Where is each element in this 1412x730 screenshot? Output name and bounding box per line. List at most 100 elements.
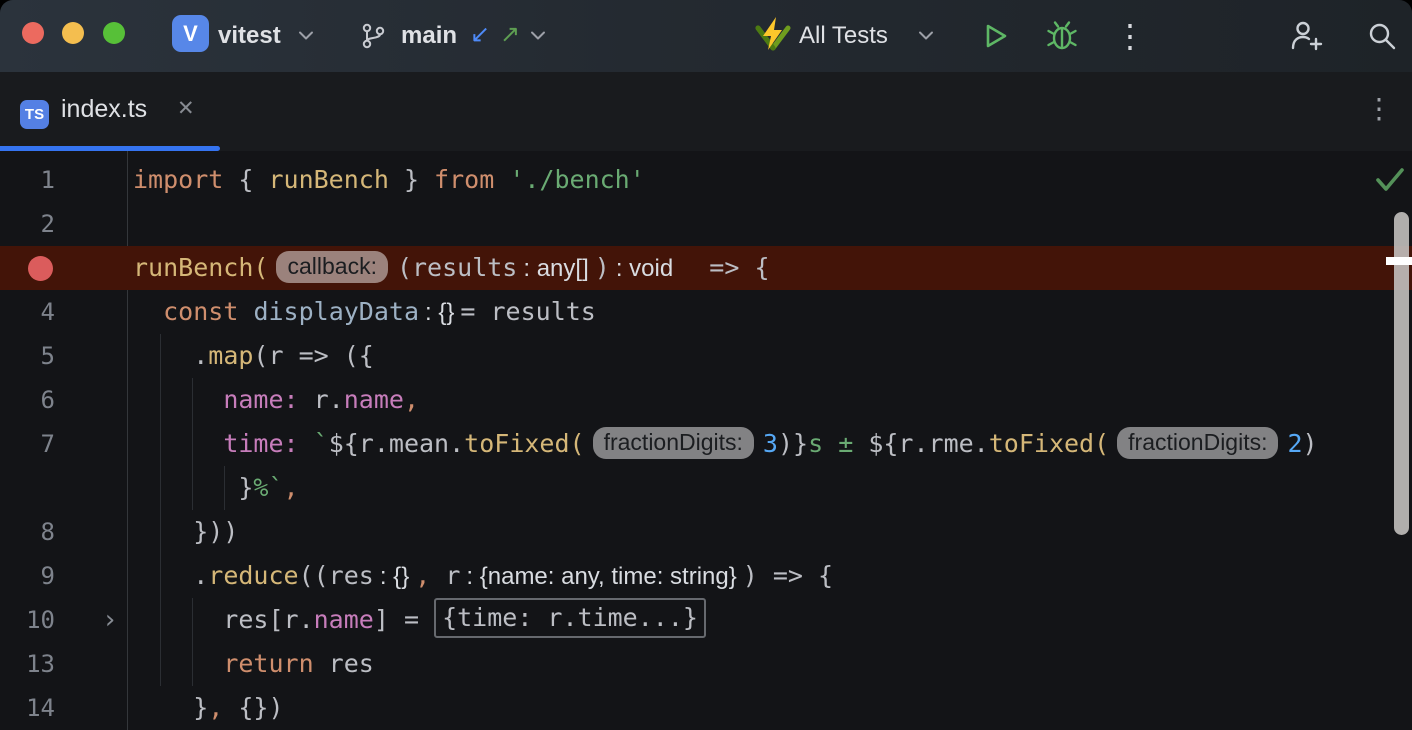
code-text[interactable]: import { runBench } from './bench' (128, 158, 1412, 202)
code-line[interactable]: 8 })) (0, 510, 1412, 554)
line-number[interactable]: 5 (0, 334, 55, 378)
gutter[interactable]: 5 (0, 334, 128, 378)
code-with-me-button[interactable] (1286, 16, 1326, 56)
gutter[interactable]: 8 (0, 510, 128, 554)
code-text[interactable]: return res (128, 642, 1412, 686)
chevron-down-icon (530, 31, 546, 41)
code-line[interactable]: 9 .reduce((res: {}, r: {name: any, time:… (0, 554, 1412, 598)
code-text[interactable] (128, 202, 1412, 246)
breakpoint-dot[interactable] (28, 256, 53, 281)
code-text[interactable]: }, {}) (128, 686, 1412, 730)
line-number[interactable]: 1 (0, 158, 55, 202)
gutter[interactable]: 2 (0, 202, 128, 246)
project-selector[interactable]: vitest (218, 0, 281, 72)
incoming-commits-arrow-icon: ↙ (470, 0, 490, 72)
tab-options-button[interactable]: ⋮ (1362, 87, 1396, 131)
run-configuration-selector[interactable]: All Tests (799, 0, 888, 72)
git-branch-icon (360, 22, 386, 50)
line-number[interactable]: 7 (0, 422, 55, 466)
inlay-parameter-pill[interactable]: fractionDigits: (1117, 427, 1278, 459)
code-line[interactable]: }%`, (0, 466, 1412, 510)
code-text[interactable]: }%`, (128, 466, 1412, 510)
line-number[interactable]: 2 (0, 202, 55, 246)
code-token: res (314, 649, 374, 678)
gutter[interactable]: 9 (0, 554, 128, 598)
traffic-light-zoom-button[interactable] (103, 22, 125, 44)
line-number[interactable]: 8 (0, 510, 55, 554)
line-number[interactable]: 14 (0, 686, 55, 730)
run-button[interactable] (975, 16, 1015, 56)
code-line[interactable]: 13 return res (0, 642, 1412, 686)
code-token: , (284, 473, 299, 502)
line-number[interactable]: 6 (0, 378, 55, 422)
code-line[interactable]: 7 time: `${r.mean.toFixed(fractionDigits… (0, 422, 1412, 466)
line-number[interactable]: 9 (0, 554, 55, 598)
folded-code-box[interactable]: {time: r.time...} (434, 598, 706, 638)
code-token (299, 429, 314, 458)
code-token: r (430, 561, 460, 590)
code-token: } (133, 473, 253, 502)
code-token: ((res (299, 561, 374, 590)
code-line[interactable]: 5 .map(r => ({ (0, 334, 1412, 378)
code-token: runBench (268, 165, 388, 194)
code-token: toFixed( (989, 429, 1109, 458)
code-line[interactable]: runBench(callback:(results: any[]): void… (0, 246, 1412, 290)
gutter[interactable]: 4 (0, 290, 128, 334)
debug-button[interactable] (1042, 16, 1082, 56)
code-editor[interactable]: 1 import { runBench } from './bench' 2 runB… (0, 151, 1412, 730)
traffic-light-close-button[interactable] (22, 22, 44, 44)
line-number[interactable]: 13 (0, 642, 55, 686)
inlay-parameter-pill[interactable]: fractionDigits: (593, 427, 754, 459)
gutter[interactable]: 10 › (0, 598, 128, 642)
chevron-down-icon (918, 31, 934, 41)
line-number[interactable]: 10 (0, 598, 55, 642)
code-token: 2 (1287, 429, 1302, 458)
code-token: , (404, 385, 419, 414)
code-line[interactable]: 6 name: r.name, (0, 378, 1412, 422)
search-everywhere-button[interactable] (1362, 16, 1402, 56)
code-text[interactable]: .map(r => ({ (128, 334, 1412, 378)
code-text[interactable]: name: r.name, (128, 378, 1412, 422)
code-token: import (133, 165, 223, 194)
code-line[interactable]: 10 › res[r.name] = {time: r.time...} (0, 598, 1412, 642)
code-line[interactable]: 14 }, {}) (0, 686, 1412, 730)
code-token: toFixed( (464, 429, 584, 458)
gutter[interactable]: 6 (0, 378, 128, 422)
fold-chevron-icon[interactable]: › (102, 599, 118, 641)
traffic-light-minimize-button[interactable] (62, 22, 84, 44)
debug-icon (1046, 20, 1078, 52)
inspections-ok-check-icon[interactable] (1375, 166, 1405, 194)
gutter[interactable]: 7 (0, 422, 128, 466)
code-text[interactable]: })) (128, 510, 1412, 554)
code-text[interactable]: res[r.name] = {time: r.time...} (128, 598, 1412, 642)
code-token: %` (253, 473, 283, 502)
gutter[interactable]: 1 (0, 158, 128, 202)
code-token: name: (223, 385, 298, 414)
code-line[interactable]: 2 (0, 202, 1412, 246)
caret-stripe-mark[interactable] (1386, 257, 1412, 265)
run-icon (980, 21, 1010, 51)
code-text[interactable]: const displayData: {}= results (128, 290, 1412, 334)
code-token: ${r.mean. (329, 429, 464, 458)
project-icon[interactable]: V (172, 15, 209, 52)
ide-window: V vitest main ↙ ↗ All Tests (0, 0, 1412, 730)
tab-index-ts[interactable]: TS index.ts ✕ (0, 72, 220, 151)
gutter[interactable] (0, 466, 128, 510)
code-line[interactable]: 1 import { runBench } from './bench' (0, 158, 1412, 202)
close-tab-icon[interactable]: ✕ (177, 72, 195, 146)
line-number[interactable]: 4 (0, 290, 55, 334)
gutter[interactable]: 14 (0, 686, 128, 730)
branch-selector[interactable]: main (401, 0, 457, 72)
more-actions-button[interactable]: ⋮ (1113, 14, 1147, 58)
code-token: ${r.rme. (868, 429, 988, 458)
code-token: , (415, 561, 430, 590)
code-token: from (434, 165, 494, 194)
gutter[interactable]: 13 (0, 642, 128, 686)
code-line[interactable]: 4 const displayData: {}= results (0, 290, 1412, 334)
code-text[interactable]: .reduce((res: {}, r: {name: any, time: s… (128, 554, 1412, 598)
code-text[interactable]: time: `${r.mean.toFixed(fractionDigits:3… (128, 422, 1412, 466)
inlay-parameter-pill[interactable]: callback: (276, 251, 387, 283)
outgoing-commits-arrow-icon: ↗ (500, 0, 520, 72)
gutter[interactable] (0, 246, 128, 290)
code-text[interactable]: runBench(callback:(results: any[]): void… (128, 246, 1412, 290)
